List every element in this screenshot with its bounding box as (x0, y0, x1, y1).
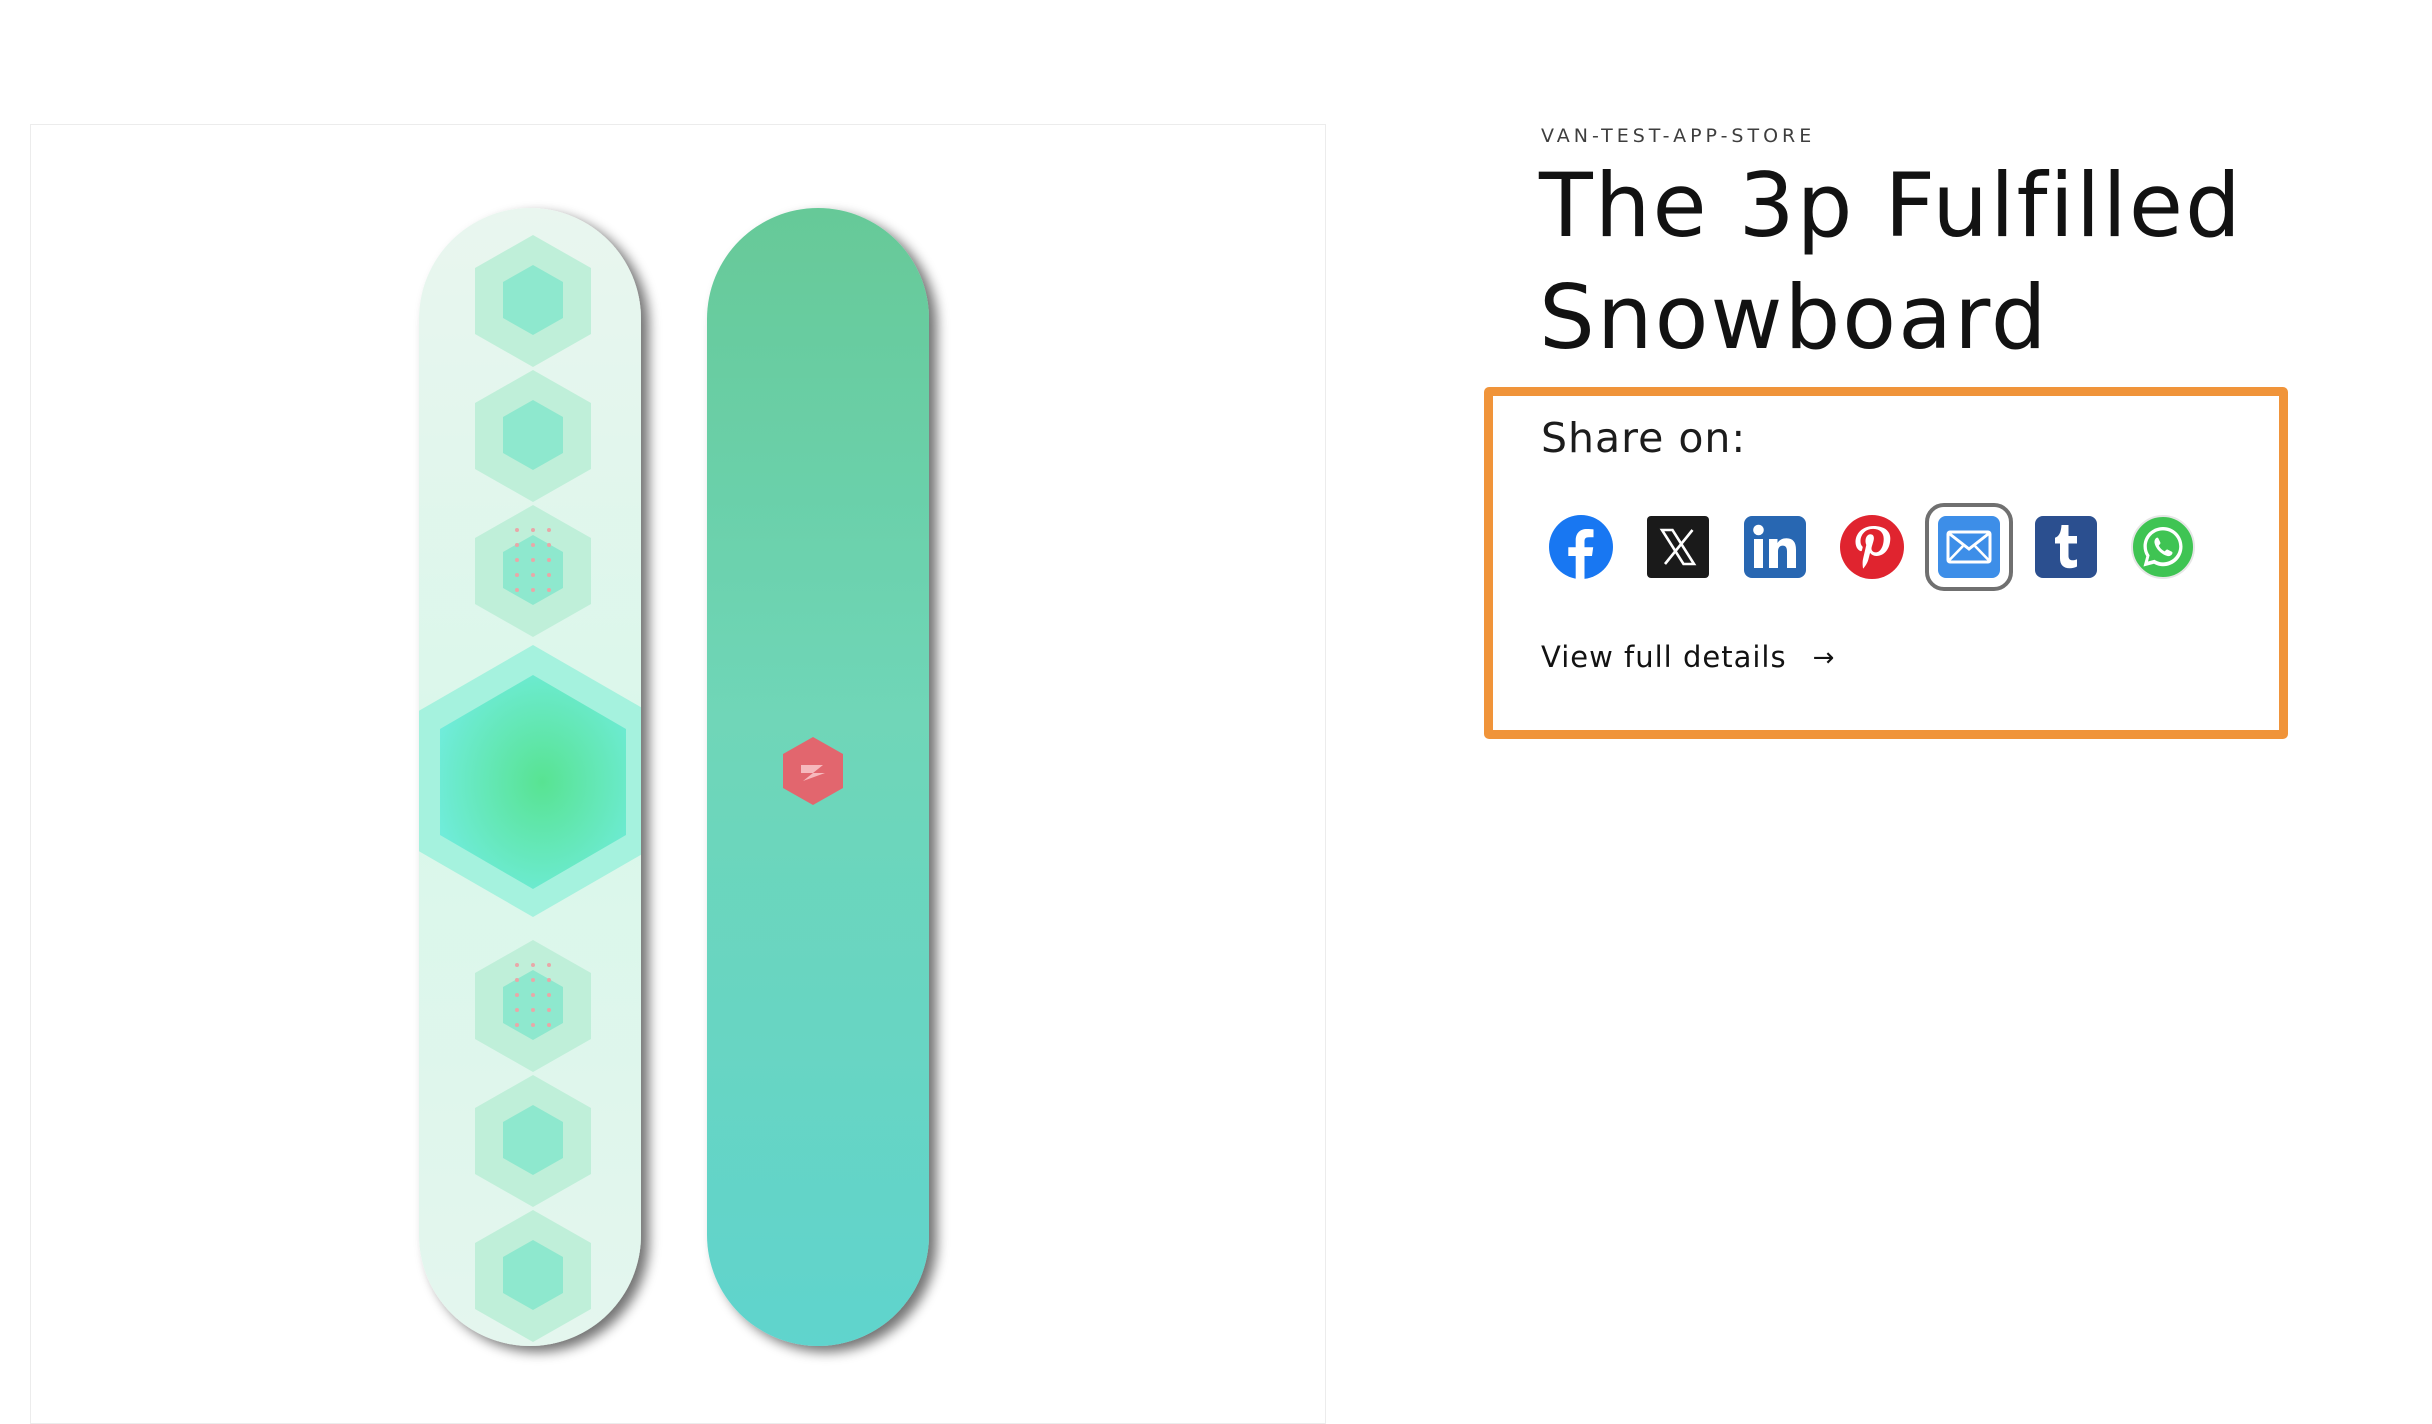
share-pinterest-button[interactable] (1839, 514, 1905, 580)
product-title: The 3p Fulfilled Snowboard (1539, 154, 2243, 369)
product-vendor: VAN-TEST-APP-STORE (1541, 125, 1816, 147)
email-icon (1938, 516, 2000, 578)
product-media-frame[interactable] (30, 124, 1326, 1424)
arrow-right-icon: → (1812, 643, 1836, 673)
view-full-details-link[interactable]: View full details → (1541, 640, 1835, 674)
pinterest-icon (1840, 515, 1904, 579)
share-whatsapp-button[interactable] (2130, 514, 2196, 580)
facebook-icon (1549, 515, 1613, 580)
view-full-details-label: View full details (1541, 640, 1787, 674)
product-image (419, 208, 929, 1346)
snowboard-base-view (707, 208, 929, 1346)
share-linkedin-button[interactable] (1742, 514, 1808, 580)
linkedin-icon (1744, 516, 1806, 578)
share-tumblr-button[interactable] (2033, 514, 2099, 580)
whatsapp-icon (2131, 515, 2195, 579)
share-label: Share on: (1541, 414, 1747, 462)
share-email-button[interactable] (1925, 503, 2013, 591)
x-icon (1647, 516, 1709, 578)
tumblr-icon (2035, 516, 2097, 578)
share-facebook-button[interactable] (1548, 514, 1614, 580)
snowboard-top-view (419, 208, 641, 1346)
share-x-button[interactable] (1645, 514, 1711, 580)
